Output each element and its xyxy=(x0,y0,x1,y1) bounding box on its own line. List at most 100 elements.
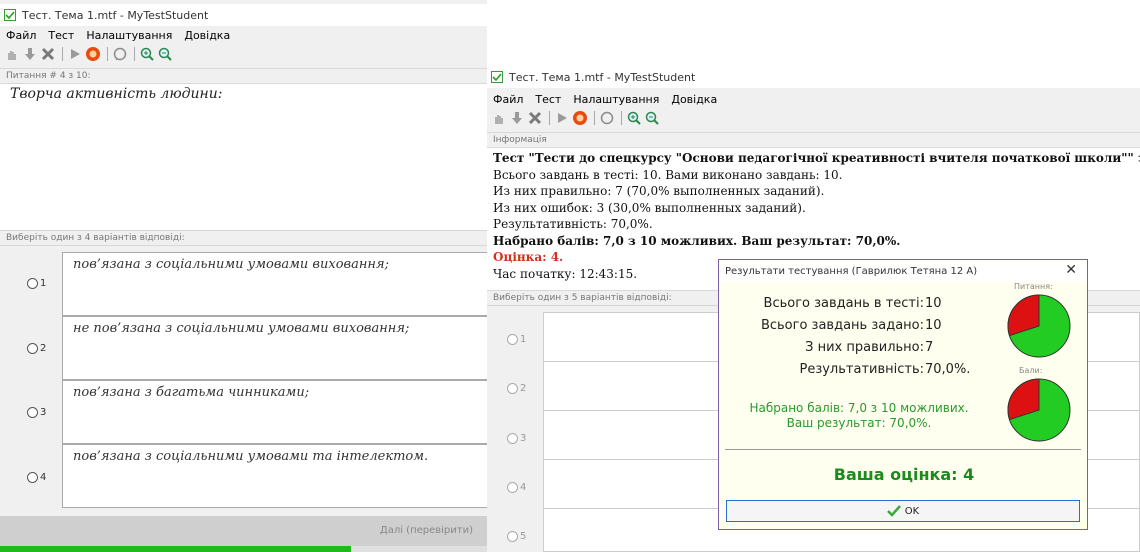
dialog-title: Результати тестування (Гаврилюк Тетяна 1… xyxy=(725,265,978,277)
grade-text: Ваша оцінка: 4 xyxy=(833,465,975,484)
menu-settings[interactable]: Налаштування xyxy=(573,93,659,106)
answer-number: 5 xyxy=(520,531,527,542)
left-window-title: Тест. Тема 1.mtf - MyTestStudent xyxy=(22,8,209,22)
stop-record-icon[interactable] xyxy=(572,110,588,126)
stop-record-icon[interactable] xyxy=(85,46,101,62)
toolbar-separator xyxy=(134,47,135,61)
answer-number: 1 xyxy=(40,278,47,289)
questions-pie-chart xyxy=(1007,294,1071,358)
stat-effect-label: Результативність: xyxy=(799,362,924,377)
score-line-1: Набрано балів: 7,0 з 10 можливих. xyxy=(749,401,969,415)
next-check-button[interactable]: Далі (перевірити) xyxy=(380,525,473,536)
right-title-bar: Тест. Тема 1.mtf - MyTestStudent xyxy=(487,66,1140,88)
answer-number: 4 xyxy=(520,482,527,493)
stat-total-label: Всього завдань в тесті: xyxy=(763,296,924,311)
info-score: Набрано балів: 7,0 з 10 можливих. Ваш ре… xyxy=(493,233,901,248)
right-window-title: Тест. Тема 1.mtf - MyTestStudent xyxy=(509,70,696,84)
right-menu-bar: Файл Тест Налаштування Довідка xyxy=(487,90,1140,108)
menu-help[interactable]: Довідка xyxy=(184,29,230,42)
hand-icon[interactable] xyxy=(491,110,507,126)
radio-circle-icon xyxy=(507,334,518,345)
toolbar-separator xyxy=(62,47,63,61)
answer-option-3[interactable]: пов’язана з багатьма чинниками; xyxy=(62,380,487,444)
answers-area: 1 пов’язана з соціальними умовами вихова… xyxy=(0,246,487,516)
menu-settings[interactable]: Налаштування xyxy=(86,29,172,42)
ok-button[interactable]: OK xyxy=(726,500,1080,522)
answer-radio-3[interactable]: 3 xyxy=(507,433,526,444)
radio-circle-icon xyxy=(27,407,38,418)
info-total-tasks: Всього завдань в тесті: 10. Вами виконан… xyxy=(493,167,843,182)
answer-radio-3[interactable]: 3 xyxy=(27,407,46,418)
answer-radio-1[interactable]: 1 xyxy=(27,278,46,289)
left-title-bar: Тест. Тема 1.mtf - MyTestStudent xyxy=(0,4,487,26)
radio-circle-icon xyxy=(507,433,518,444)
question-header: Питання # 4 з 10: xyxy=(0,68,487,84)
answer-radio-4[interactable]: 4 xyxy=(27,472,46,483)
zoom-out-icon[interactable] xyxy=(644,110,660,126)
info-errors: Из них ошибок: 3 (30,0% выполненных зада… xyxy=(493,200,806,215)
answer-number: 3 xyxy=(520,433,527,444)
radio-circle-icon xyxy=(27,472,38,483)
radio-circle-icon xyxy=(27,343,38,354)
stat-asked-value: 10 xyxy=(925,318,942,333)
answer-number: 2 xyxy=(520,383,527,394)
hand-icon[interactable] xyxy=(4,46,20,62)
menu-file[interactable]: Файл xyxy=(6,29,36,42)
results-dialog: Результати тестування (Гаврилюк Тетяна 1… xyxy=(718,259,1088,530)
close-x-icon[interactable] xyxy=(40,46,56,62)
points-pie-chart xyxy=(1007,378,1071,442)
zoom-out-icon[interactable] xyxy=(157,46,173,62)
score-line-2: Ваш результат: 70,0%. xyxy=(786,416,932,430)
answer-number: 1 xyxy=(520,334,527,345)
progress-track xyxy=(0,546,487,552)
play-icon[interactable] xyxy=(67,46,83,62)
toolbar-separator xyxy=(621,111,622,125)
answer-option-4[interactable]: пов’язана з соціальними умовами та інтел… xyxy=(62,444,487,508)
answer-option-1[interactable]: пов’язана з соціальними умовами вихованн… xyxy=(62,252,487,316)
comment-icon[interactable] xyxy=(112,46,128,62)
stat-total-value: 10 xyxy=(925,296,942,311)
download-arrow-icon[interactable] xyxy=(22,46,38,62)
app-check-icon xyxy=(4,9,16,21)
stat-effect-value: 70,0%. xyxy=(925,362,971,377)
pie1-label: Питання: xyxy=(1014,282,1053,291)
answer-number: 3 xyxy=(40,407,47,418)
radio-circle-icon xyxy=(507,482,518,493)
zoom-in-icon[interactable] xyxy=(626,110,642,126)
radio-circle-icon xyxy=(27,278,38,289)
answer-radio-1[interactable]: 1 xyxy=(507,334,526,345)
download-arrow-icon[interactable] xyxy=(509,110,525,126)
left-window: Тест. Тема 1.mtf - MyTestStudent Файл Те… xyxy=(0,0,487,552)
answer-radio-5[interactable]: 5 xyxy=(507,531,526,542)
menu-test[interactable]: Тест xyxy=(48,29,74,42)
info-correct: Из них правильно: 7 (70,0% выполненных з… xyxy=(493,184,825,198)
info-test-finished: Тест "Тести до спецкурсу "Основи педагог… xyxy=(493,151,1140,165)
zoom-in-icon[interactable] xyxy=(139,46,155,62)
answer-radio-2[interactable]: 2 xyxy=(507,383,526,394)
answer-radio-4[interactable]: 4 xyxy=(507,482,526,493)
left-menu-bar: Файл Тест Налаштування Довідка xyxy=(0,26,487,44)
answer-number: 2 xyxy=(40,343,47,354)
answer-option-2[interactable]: не пов’язана з соціальними умовами вихов… xyxy=(62,316,487,380)
stat-correct-value: 7 xyxy=(925,340,934,355)
progress-fill xyxy=(0,546,351,552)
answer-radio-2[interactable]: 2 xyxy=(27,343,46,354)
app-check-icon xyxy=(491,71,503,83)
comment-icon[interactable] xyxy=(599,110,615,126)
info-header: Інформація xyxy=(487,132,1140,148)
radio-circle-icon xyxy=(507,531,518,542)
dialog-divider xyxy=(725,449,1081,450)
question-text: Творча активність людини: xyxy=(0,84,487,230)
menu-file[interactable]: Файл xyxy=(493,93,523,106)
ok-label: OK xyxy=(904,505,920,517)
menu-test[interactable]: Тест xyxy=(535,93,561,106)
close-icon[interactable]: ✕ xyxy=(1065,262,1077,278)
play-icon[interactable] xyxy=(554,110,570,126)
menu-help[interactable]: Довідка xyxy=(671,93,717,106)
checkmark-icon xyxy=(886,505,901,517)
toolbar-separator xyxy=(594,111,595,125)
close-x-icon[interactable] xyxy=(527,110,543,126)
toolbar-separator xyxy=(549,111,550,125)
radio-circle-icon xyxy=(507,383,518,394)
answer-number: 4 xyxy=(40,472,47,483)
